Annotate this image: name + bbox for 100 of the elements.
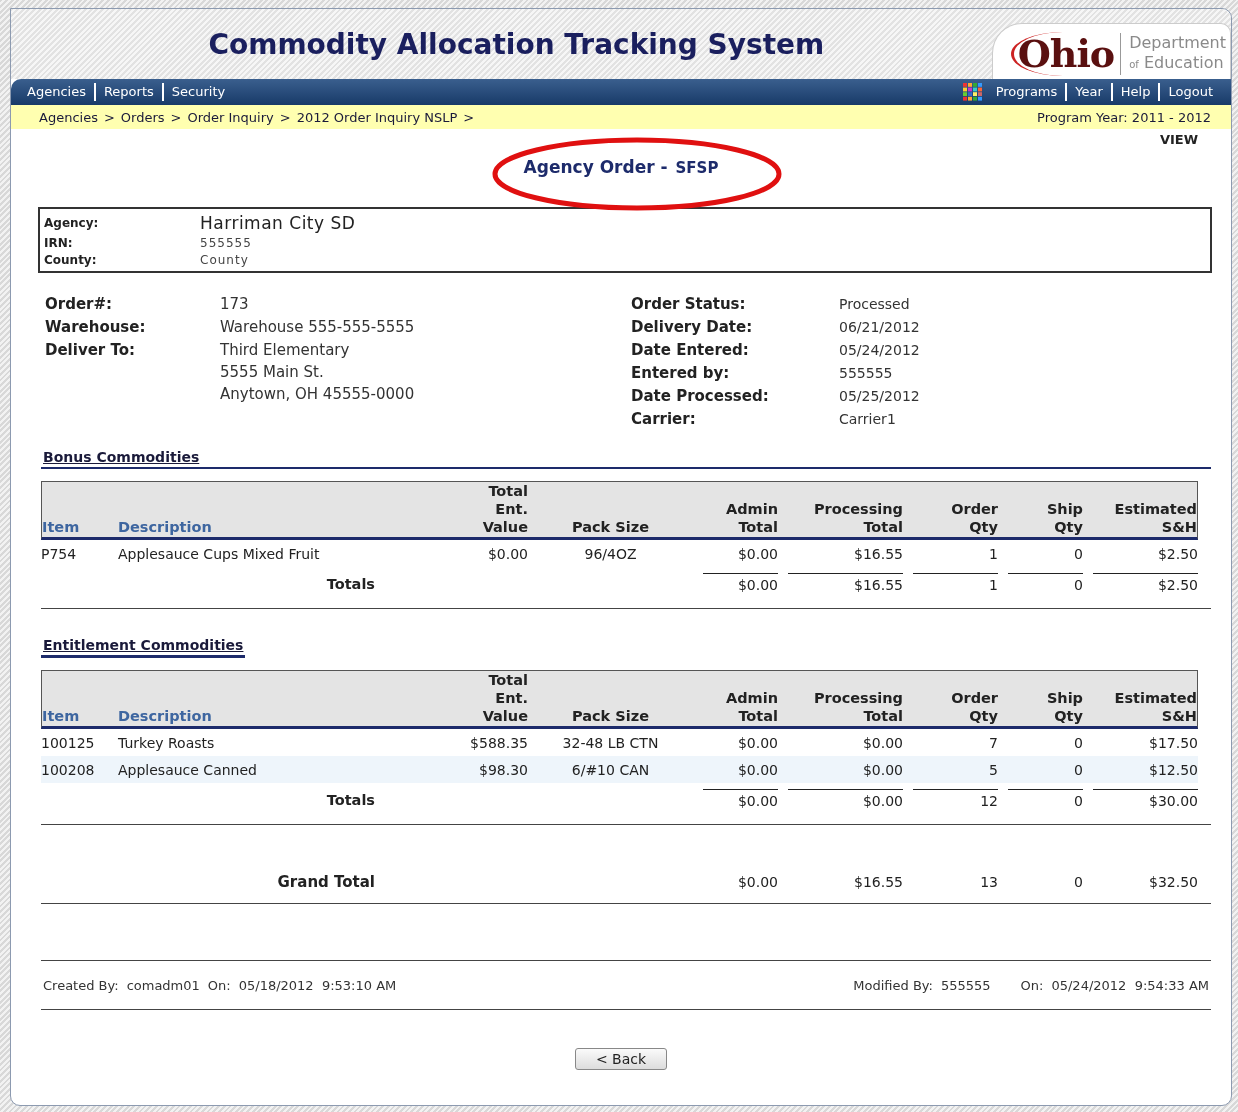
program-code: SFSP [675,159,719,177]
nav-link[interactable]: Security [161,83,234,101]
field-value: Warehouse 555-555-5555 [220,318,416,337]
table-cell-text: Applesauce Canned [118,761,258,778]
table-cell-text: 0 [1073,734,1083,751]
apps-grid-icon[interactable] [961,82,984,102]
field-value: 5555 Main St. [220,363,325,382]
column-header: Pack Size [571,707,650,726]
field-label: Date Entered: [631,341,750,360]
field-label: Order Status: [631,295,747,314]
field-label: Deliver To: [45,341,137,361]
field-label: Order#: [45,295,114,314]
breadcrumb-separator: > [279,109,291,125]
nav-link[interactable]: Help [1110,83,1159,101]
audit-label: On: [1020,977,1044,993]
breadcrumb-link[interactable]: Order Inquiry [187,109,274,125]
breadcrumb-separator: > [463,109,475,125]
audit-label: Modified By: [853,977,933,993]
field-value: Anytown, OH 45555-0000 [220,385,416,404]
audit-label: Created By: [43,977,119,993]
table-cell-text: $0.00 [486,545,528,562]
total-value: $16.55 [788,573,903,594]
field-label: County: [44,253,98,267]
grand-total-value: $0.00 [736,874,778,890]
field-value: 173 [220,295,250,314]
totals-label: Totals [325,575,376,592]
table-cell-text: $588.35 [469,734,528,751]
table-cell-text: $12.50 [1148,761,1198,778]
breadcrumb-link[interactable]: Orders [120,109,165,125]
mode-label: VIEW [1158,131,1199,147]
total-value: 1 [913,573,998,594]
table-cell-text: $0.00 [736,761,778,778]
field-label: Date Processed: [631,387,770,406]
total-value: $0.00 [703,789,778,810]
logo-text: Education [1143,52,1224,72]
table-cell-text: 6/#10 CAN [570,761,651,778]
audit-value: comadm01 [126,977,200,993]
field-label: Carrier: [631,410,697,429]
total-value: $30.00 [1093,789,1198,810]
column-header: Order Qty [950,689,998,726]
breadcrumb-separator: > [103,109,115,125]
field-label: Entered by: [631,364,731,383]
field-value: Carrier1 [839,410,897,429]
table-cell-text: $0.00 [861,761,903,778]
table-cell-text: 32-48 LB CTN [561,734,660,751]
column-header: Total Ent. Value [481,671,528,726]
field-value: Third Elementary [220,341,351,360]
logo-text: Department [1129,32,1226,53]
breadcrumb-link[interactable]: 2012 Order Inquiry NSLP [296,109,458,125]
field-value: Harriman City SD [200,213,357,233]
grand-total-value: $16.55 [853,874,903,890]
column-header: Total Ent. Value [481,482,528,537]
program-year: Program Year: 2011 - 2012 [1037,109,1211,125]
column-header: Description [118,518,213,537]
nav-link[interactable]: Agencies [23,83,94,101]
table-cell-text: P754 [41,545,78,562]
column-header: Item [42,518,81,537]
table-cell-text: $16.55 [853,545,903,562]
app-title: Commodity Allocation Tracking System [207,27,826,61]
grand-total-value: 13 [979,874,998,890]
column-header: Pack Size [571,518,650,537]
table-cell-text: 5 [988,761,998,778]
field-value: County [200,253,250,267]
column-header: Description [118,707,213,726]
audit-value: 05/24/2012 9:54:33 AM [1051,977,1209,993]
column-header: Ship Qty [1045,689,1083,726]
field-value: Processed [839,295,911,314]
audit-value: 05/18/2012 9:53:10 AM [238,977,397,993]
table-cell-text: 0 [1073,761,1083,778]
nav-link[interactable]: Logout [1158,83,1221,101]
table-cell-text: Turkey Roasts [118,734,216,751]
field-value: 05/24/2012 [839,341,921,360]
field-label: Warehouse: [45,318,147,337]
total-value: 12 [913,789,998,810]
total-value: $0.00 [703,573,778,594]
table-cell-text: 1 [988,545,998,562]
column-header: Estimated S&H [1113,689,1197,726]
table-cell-text: $17.50 [1148,734,1198,751]
column-header: Processing Total [812,500,903,537]
table-cell-text: 100208 [41,761,96,778]
column-header: Processing Total [812,689,903,726]
grand-total-label: Grand Total [276,873,376,891]
back-button[interactable]: < Back [574,1048,668,1070]
field-value: 555555 [200,236,253,250]
totals-label: Totals [325,791,376,808]
field-value: 05/25/2012 [839,387,921,406]
logo-word: Ohio [1010,31,1115,76]
field-value: 06/21/2012 [839,318,921,337]
column-header: Admin Total [725,689,778,726]
nav-link[interactable]: Programs [991,83,1066,101]
field-value: 555555 [839,364,894,383]
column-header: Order Qty [950,500,998,537]
nav-link[interactable]: Reports [93,83,162,101]
field-label: Delivery Date: [631,318,754,337]
grand-total-value: $32.50 [1148,874,1198,890]
nav-link[interactable]: Year [1065,83,1111,101]
breadcrumb-link[interactable]: Agencies [39,109,98,125]
table-cell-text: 7 [988,734,998,751]
logo-text: of [1129,58,1139,70]
page-title: Agency Order - [523,157,668,177]
